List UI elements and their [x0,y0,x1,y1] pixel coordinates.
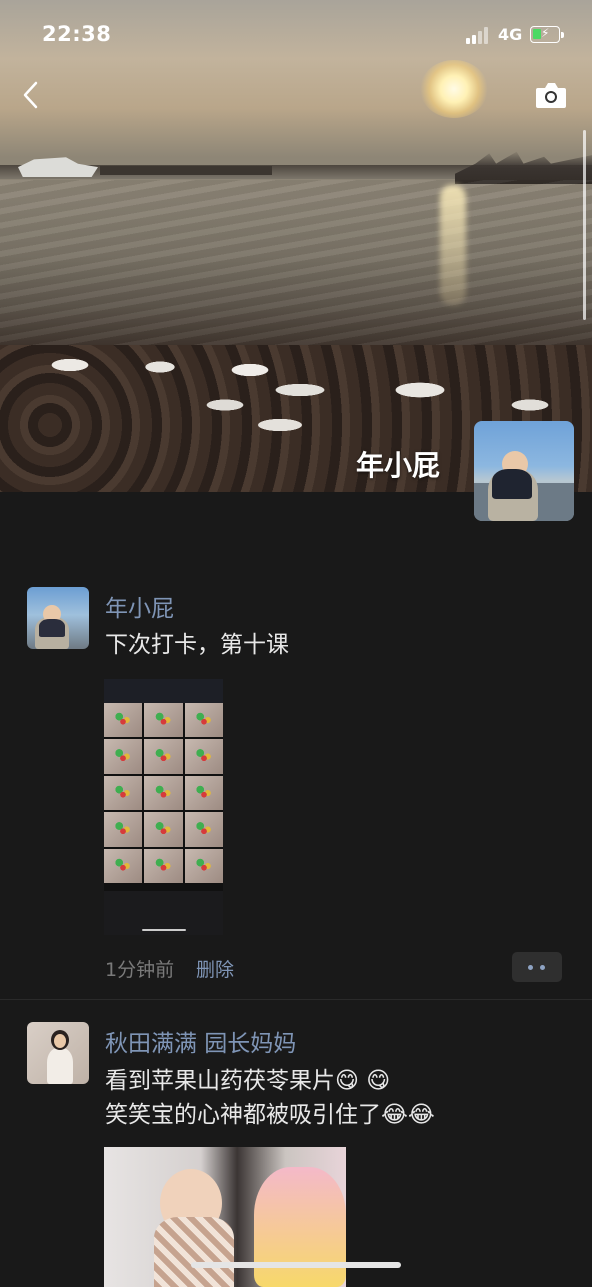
baby-body [154,1217,234,1287]
frozen-sea [0,180,592,360]
screenshot-home-bar [142,929,186,931]
yum-emoji-icon: 😋 [335,1068,359,1094]
post-time: 1分钟前 [105,959,175,981]
battery-icon: ⚡ [530,26,564,43]
divider [0,999,592,1000]
sun-reflection [440,185,466,305]
ship [18,157,98,177]
post-text-line-2: 笑笑宝的心神都被吸引住了😂😂 [105,1098,435,1132]
network-type: 4G [498,25,523,44]
camera-icon [536,83,566,108]
laughing-tears-emoji-icon: 😂 [381,1102,408,1128]
post-image[interactable] [104,679,223,935]
pier [100,166,272,175]
chevron-left-icon [23,81,38,109]
post-text-line-1: 看到苹果山药茯苓果片😋 😋 [105,1064,435,1098]
post-author[interactable]: 年小屁 [105,589,174,623]
post-author[interactable]: 秋田满满 园长妈妈 [105,1024,296,1058]
yum-emoji-icon: 😋 [366,1068,391,1094]
screenshot-header [104,679,223,703]
harbor-cranes [455,151,592,184]
post-text: 下次打卡，第十课 [105,632,289,658]
cover-image[interactable] [0,0,592,492]
scrollbar[interactable] [583,130,586,320]
post-text-segment: 笑笑宝的心神都被吸引住了 [105,1102,381,1128]
toy-bag [254,1167,346,1287]
status-time: 22:38 [42,22,112,46]
profile-name[interactable]: 年小屁 [356,444,440,484]
signal-icon [466,26,492,44]
home-indicator[interactable] [191,1262,401,1268]
more-actions-button[interactable] [512,952,562,982]
screenshot-grid [104,703,223,883]
camera-button[interactable] [534,80,568,110]
profile-avatar[interactable] [474,421,574,521]
post-text-segment: 看到苹果山药茯苓果片 [105,1068,335,1094]
laughing-tears-emoji-icon: 😂 [407,1102,435,1128]
status-bar: 22:38 4G ⚡ [0,0,592,70]
back-button[interactable] [18,78,46,112]
post-text: 看到苹果山药茯苓果片😋 😋 笑笑宝的心神都被吸引住了😂😂 [105,1064,435,1132]
avatar[interactable] [27,1022,89,1084]
avatar[interactable] [27,587,89,649]
delete-link[interactable]: 删除 [196,955,234,982]
